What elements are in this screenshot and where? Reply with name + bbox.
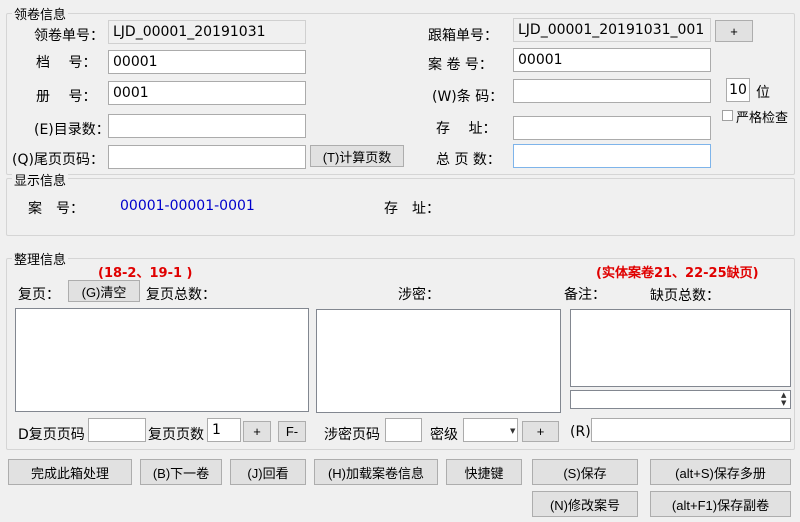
group-title-lingjuan: 领卷信息 <box>12 4 69 23</box>
d-field[interactable] <box>88 418 146 442</box>
fuye-list[interactable] <box>15 308 309 412</box>
fuye-count-field[interactable]: 1 <box>207 418 241 442</box>
fuye-count-label: 复页页数 <box>148 427 204 443</box>
juan-field: LJD_00001_20191031 <box>108 20 306 44</box>
beizhu-list[interactable] <box>570 309 791 387</box>
digits-unit: 位 <box>756 85 770 101</box>
next-volume-button[interactable]: (B)下一卷 <box>140 459 222 485</box>
cz-label: 存 址： <box>384 201 440 217</box>
add-gen-button[interactable]: + <box>715 20 753 42</box>
fuye-total-label: 复页总数： <box>146 287 216 303</box>
r-field[interactable] <box>591 418 791 442</box>
shemi-page-label: 涉密页码 <box>324 427 380 443</box>
fuye-label: 复页： <box>18 287 60 303</box>
d-label: D复页页码 <box>18 427 85 443</box>
anjuan-field[interactable]: 00001 <box>513 48 711 72</box>
group-title-xianshi: 显示信息 <box>12 170 69 189</box>
strict-checkbox[interactable] <box>722 110 733 121</box>
dang-label: 档 号： <box>36 55 97 71</box>
queye-spinner[interactable] <box>570 390 791 409</box>
gen-label: 跟箱单号： <box>428 28 498 44</box>
dang-field[interactable]: 00001 <box>108 50 306 74</box>
note-left: (18-2、19-1 ) <box>98 266 193 281</box>
spinner-up-icon[interactable]: ▲ <box>781 392 786 399</box>
group-title-zhengli: 整理信息 <box>12 249 69 268</box>
anjuan-label: 案 卷 号： <box>428 57 493 73</box>
save-button[interactable]: (S)保存 <box>532 459 638 485</box>
zongye-field[interactable] <box>513 144 711 168</box>
an-label: 案 号： <box>28 201 84 217</box>
cunzhi-label: 存 址： <box>436 121 497 137</box>
mulu-field[interactable] <box>108 114 306 138</box>
spinner-down-icon[interactable]: ▼ <box>781 400 786 407</box>
strict-label: 严格检查 <box>736 111 789 126</box>
tiaoma-field[interactable] <box>513 79 711 103</box>
miji-label: 密级 <box>430 427 458 443</box>
juan-label: 领卷单号： <box>34 28 104 44</box>
weiye-field[interactable] <box>108 145 306 169</box>
clear-button[interactable]: (G)清空 <box>68 280 140 302</box>
digits-field[interactable]: 10 <box>726 78 750 102</box>
zongye-label: 总 页 数： <box>436 152 501 168</box>
beizhu-label: 备注： <box>564 287 606 303</box>
miji-plus-button[interactable]: + <box>522 421 559 442</box>
r-label: (R) <box>570 424 591 440</box>
gen-field: LJD_00001_20191031_001 <box>513 18 711 42</box>
fuye-plus-button[interactable]: + <box>243 421 271 442</box>
modify-case-button[interactable]: (N)修改案号 <box>532 491 638 517</box>
save-copy-button[interactable]: (alt+F1)保存副卷 <box>650 491 791 517</box>
weiye-label: (Q)尾页页码： <box>12 152 104 168</box>
load-info-button[interactable]: (H)加载案卷信息 <box>314 459 438 485</box>
fuye-minus-button[interactable]: F- <box>278 421 306 442</box>
shemi-page-field[interactable] <box>385 418 422 442</box>
note-right: (实体案卷21、22-25缺页) <box>596 266 759 281</box>
finish-box-button[interactable]: 完成此箱处理 <box>8 459 132 485</box>
shortcut-button[interactable]: 快捷键 <box>446 459 522 485</box>
calc-pages-button[interactable]: (T)计算页数 <box>310 145 404 167</box>
save-multi-button[interactable]: (alt+S)保存多册 <box>650 459 791 485</box>
ce-field[interactable]: 0001 <box>108 81 306 105</box>
shemi-list[interactable] <box>316 309 561 413</box>
miji-dropdown-icon[interactable]: ▼ <box>510 428 515 435</box>
shemi-label: 涉密： <box>398 287 440 303</box>
an-value: 00001-00001-0001 <box>120 198 255 214</box>
queye-label: 缺页总数： <box>650 288 720 304</box>
review-button[interactable]: (J)回看 <box>230 459 306 485</box>
cunzhi-field[interactable] <box>513 116 711 140</box>
ce-label: 册 号： <box>36 89 97 105</box>
tiaoma-label: (W)条 码： <box>432 89 504 105</box>
mulu-label: (E)目录数： <box>34 122 110 138</box>
